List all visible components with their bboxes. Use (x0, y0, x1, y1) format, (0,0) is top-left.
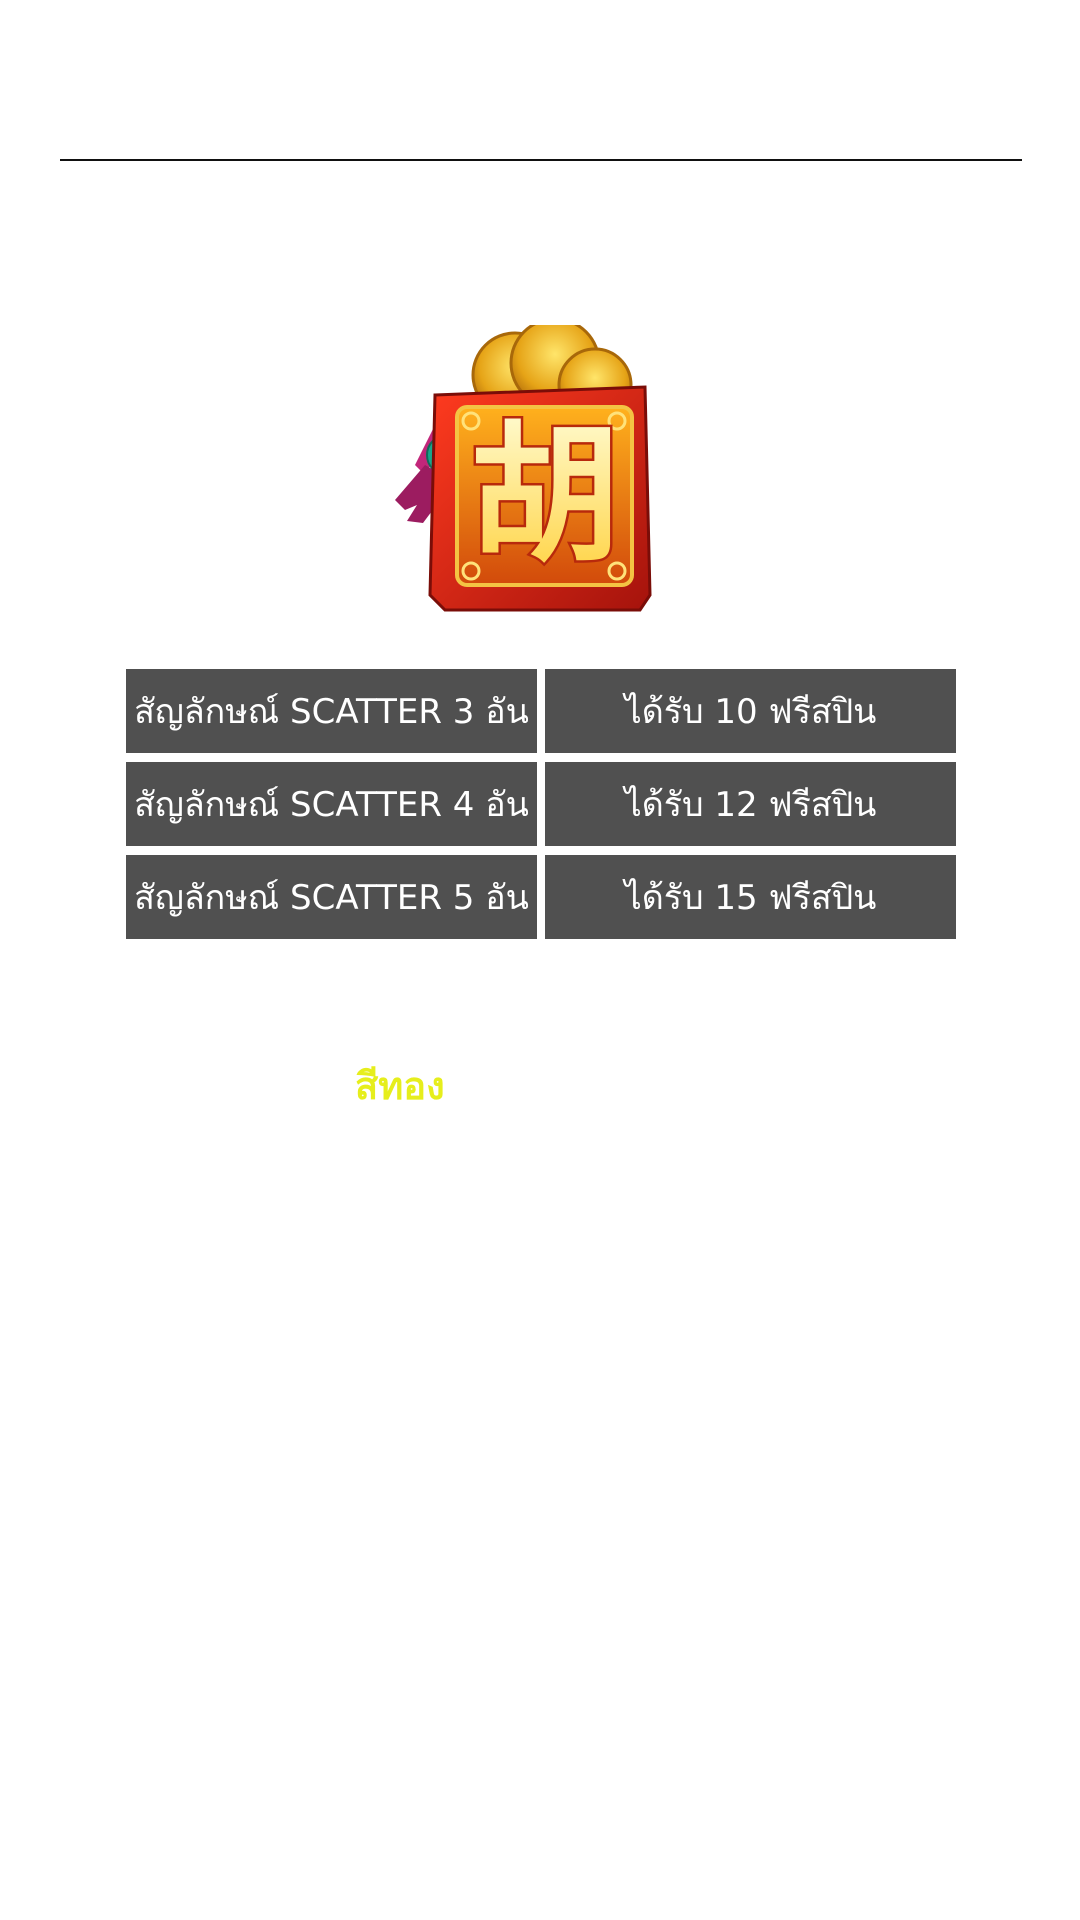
header-divider (60, 159, 1022, 161)
payout-row: สัญลักษณ์ SCATTER 3 อัน ได้รับ 10 ฟรีสปิ… (126, 669, 956, 753)
payout-condition: สัญลักษณ์ SCATTER 4 อัน (126, 762, 537, 846)
payout-condition: สัญลักษณ์ SCATTER 5 อัน (126, 855, 537, 939)
payout-reward: ได้รับ 10 ฟรีสปิน (545, 669, 956, 753)
scatter-symbol-icon: 胡 (395, 325, 652, 612)
payout-row: สัญลักษณ์ SCATTER 4 อัน ได้รับ 12 ฟรีสปิ… (126, 762, 956, 846)
payout-row: สัญลักษณ์ SCATTER 5 อัน ได้รับ 15 ฟรีสปิ… (126, 855, 956, 939)
scatter-payout-table: สัญลักษณ์ SCATTER 3 อัน ได้รับ 10 ฟรีสปิ… (126, 669, 956, 948)
payout-reward: ได้รับ 15 ฟรีสปิน (545, 855, 956, 939)
scatter-glyph: 胡 (470, 409, 620, 583)
payout-reward: ได้รับ 12 ฟรีสปิน (545, 762, 956, 846)
gold-color-label: สีทอง (355, 1064, 445, 1108)
payout-condition: สัญลักษณ์ SCATTER 3 อัน (126, 669, 537, 753)
